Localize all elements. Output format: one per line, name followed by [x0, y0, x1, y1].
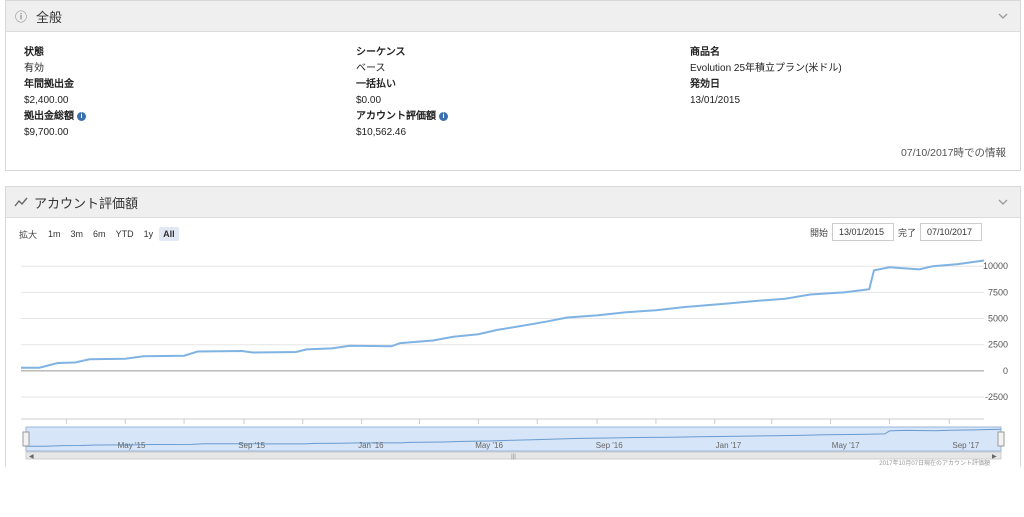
- y-tick-label: 10000: [983, 261, 1008, 271]
- info-column-2: シーケンス ベース 一括払い $0.00 アカウント評価額 i $10,562.4…: [356, 45, 656, 141]
- end-date-label: 完了: [897, 227, 916, 238]
- start-date-label: 開始: [809, 227, 828, 238]
- status-value: 有効: [24, 63, 44, 74]
- effective-date-label: 発効日: [690, 79, 720, 90]
- annual-contribution-label: 年間拠出金: [24, 79, 74, 90]
- line-chart-icon: [14, 197, 28, 207]
- y-tick-label: 5000: [988, 314, 1008, 324]
- total-contribution-value: $9,700.00: [24, 127, 69, 138]
- as-of-date: 07/10/2017時での情報: [900, 147, 1006, 159]
- info-badge-icon[interactable]: i: [77, 111, 86, 121]
- range-button-all[interactable]: All: [159, 227, 179, 241]
- navigator-handle-left[interactable]: [22, 431, 30, 447]
- navigator-tick-label: Sep '15: [238, 441, 265, 450]
- info-column-1: 状態 有効 年間拠出金 $2,400.00 拠出金総額 i $9,700.00: [24, 45, 324, 141]
- navigator-tick-label: Sep '17: [952, 441, 979, 450]
- range-button-6m[interactable]: 6m: [89, 227, 110, 241]
- product-name-value: Evolution 25年積立プラン(米ドル): [690, 63, 842, 74]
- product-name-label: 商品名: [690, 47, 720, 58]
- lump-sum-label: 一括払い: [356, 79, 396, 90]
- navigator-tick-label: May '15: [118, 441, 146, 450]
- navigator-tick-label: Jan '17: [716, 441, 742, 450]
- start-date-input[interactable]: 13/01/2015: [831, 223, 894, 241]
- navigator-tick-label: Sep '16: [596, 441, 623, 450]
- account-value-value: $10,562.46: [356, 127, 407, 138]
- range-button-ytd[interactable]: YTD: [112, 227, 138, 241]
- navigator-tick-label: Jan '16: [358, 441, 384, 450]
- range-button-3m[interactable]: 3m: [67, 227, 88, 241]
- valuation-chart[interactable]: 100007500500025000-2500 Mar '15May '15Ju…: [6, 247, 1020, 517]
- summary-header[interactable]: ⓘ 全般: [6, 1, 1020, 32]
- range-selector: 拡大 1m 3m 6m YTD 1y All: [19, 227, 179, 241]
- scroll-right-arrow-icon[interactable]: ▶: [992, 454, 997, 460]
- y-tick-label: 2500: [988, 340, 1008, 350]
- summary-panel: ⓘ 全般 状態 有効 年間拠出金 $2,400.00 拠出金総額 i $9,700…: [5, 0, 1021, 171]
- navigator-tick-label: May '16: [475, 441, 503, 450]
- end-date-input[interactable]: 07/10/2017: [920, 223, 982, 241]
- range-button-1y[interactable]: 1y: [140, 227, 158, 241]
- annual-contribution-value: $2,400.00: [24, 95, 69, 106]
- total-contribution-label-text: 拠出金総額: [24, 111, 74, 122]
- valuation-header[interactable]: アカウント評価額: [6, 187, 1020, 218]
- scrollbar-grip-icon[interactable]: |||: [511, 454, 516, 460]
- lump-sum-value: $0.00: [356, 95, 382, 106]
- summary-title: 全般: [36, 9, 63, 25]
- total-contribution-label: 拠出金総額 i: [24, 109, 324, 125]
- valuation-panel: アカウント評価額 拡大 1m 3m 6m YTD 1y All 開始 13/01…: [5, 186, 1021, 467]
- account-value-label-text: アカウント評価額: [356, 111, 436, 122]
- account-value-label: アカウント評価額 i: [356, 109, 656, 125]
- valuation-title: アカウント評価額: [34, 195, 139, 211]
- info-icon: ⓘ: [14, 9, 27, 24]
- sequence-value: ベース: [356, 63, 386, 74]
- chevron-down-icon[interactable]: [996, 9, 1010, 23]
- series-line: [21, 259, 985, 369]
- navigator-tick-label: May '17: [832, 441, 860, 450]
- status-label: 状態: [24, 47, 44, 58]
- y-tick-label: 7500: [988, 287, 1008, 297]
- sequence-label: シーケンス: [356, 47, 406, 58]
- range-button-1m[interactable]: 1m: [44, 227, 65, 241]
- info-column-3: 商品名 Evolution 25年積立プラン(米ドル) 発効日 13/01/20…: [690, 45, 990, 109]
- y-tick-label: 0: [1003, 366, 1008, 376]
- navigator-handle-right[interactable]: [997, 431, 1005, 447]
- y-tick-label: -2500: [985, 392, 1008, 402]
- info-badge-icon[interactable]: i: [439, 111, 448, 121]
- date-range-inputs: 開始 13/01/2015 完了 07/10/2017: [810, 223, 982, 241]
- chevron-down-icon[interactable]: [996, 195, 1010, 209]
- scroll-left-arrow-icon[interactable]: ◀: [29, 454, 34, 460]
- zoom-label: 拡大: [19, 229, 38, 240]
- effective-date-value: 13/01/2015: [690, 95, 741, 106]
